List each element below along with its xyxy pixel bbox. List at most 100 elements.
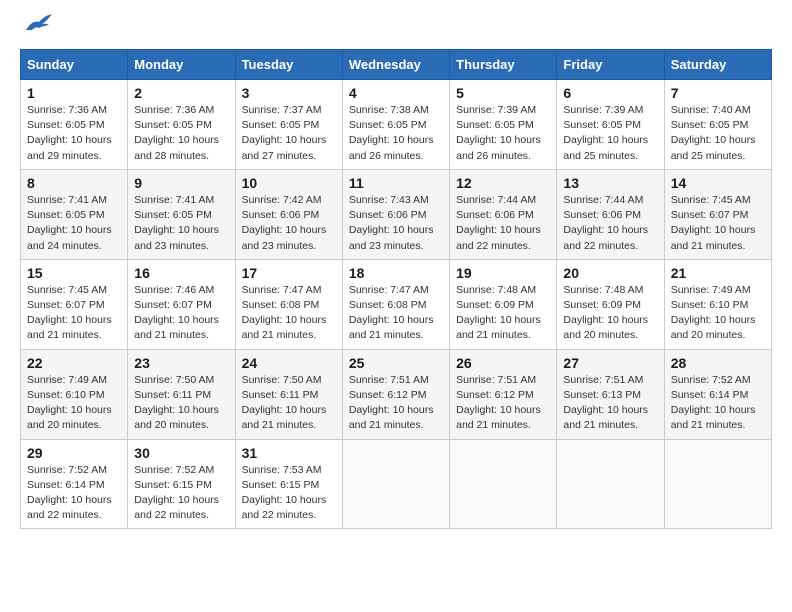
day-number: 9 <box>134 175 228 191</box>
day-number: 19 <box>456 265 550 281</box>
calendar-table: SundayMondayTuesdayWednesdayThursdayFrid… <box>20 49 772 529</box>
day-number: 23 <box>134 355 228 371</box>
calendar-cell: 3 Sunrise: 7:37 AM Sunset: 6:05 PM Dayli… <box>235 80 342 170</box>
day-info: Sunrise: 7:41 AM Sunset: 6:05 PM Dayligh… <box>27 193 121 254</box>
calendar-cell: 19 Sunrise: 7:48 AM Sunset: 6:09 PM Dayl… <box>450 259 557 349</box>
day-number: 11 <box>349 175 443 191</box>
calendar-cell: 29 Sunrise: 7:52 AM Sunset: 6:14 PM Dayl… <box>21 439 128 529</box>
calendar-header-row: SundayMondayTuesdayWednesdayThursdayFrid… <box>21 50 772 80</box>
day-info: Sunrise: 7:36 AM Sunset: 6:05 PM Dayligh… <box>27 103 121 164</box>
calendar-cell <box>557 439 664 529</box>
day-number: 22 <box>27 355 121 371</box>
day-info: Sunrise: 7:50 AM Sunset: 6:11 PM Dayligh… <box>134 373 228 434</box>
day-info: Sunrise: 7:39 AM Sunset: 6:05 PM Dayligh… <box>563 103 657 164</box>
day-info: Sunrise: 7:48 AM Sunset: 6:09 PM Dayligh… <box>456 283 550 344</box>
day-info: Sunrise: 7:47 AM Sunset: 6:08 PM Dayligh… <box>349 283 443 344</box>
page-header <box>20 20 772 39</box>
calendar-cell: 20 Sunrise: 7:48 AM Sunset: 6:09 PM Dayl… <box>557 259 664 349</box>
calendar-cell: 4 Sunrise: 7:38 AM Sunset: 6:05 PM Dayli… <box>342 80 449 170</box>
day-number: 2 <box>134 85 228 101</box>
day-info: Sunrise: 7:45 AM Sunset: 6:07 PM Dayligh… <box>27 283 121 344</box>
day-number: 5 <box>456 85 550 101</box>
calendar-cell: 31 Sunrise: 7:53 AM Sunset: 6:15 PM Dayl… <box>235 439 342 529</box>
day-number: 29 <box>27 445 121 461</box>
calendar-cell: 13 Sunrise: 7:44 AM Sunset: 6:06 PM Dayl… <box>557 169 664 259</box>
day-info: Sunrise: 7:42 AM Sunset: 6:06 PM Dayligh… <box>242 193 336 254</box>
day-number: 21 <box>671 265 765 281</box>
day-number: 18 <box>349 265 443 281</box>
calendar-cell: 15 Sunrise: 7:45 AM Sunset: 6:07 PM Dayl… <box>21 259 128 349</box>
calendar-cell <box>450 439 557 529</box>
calendar-cell: 22 Sunrise: 7:49 AM Sunset: 6:10 PM Dayl… <box>21 349 128 439</box>
day-number: 31 <box>242 445 336 461</box>
day-info: Sunrise: 7:40 AM Sunset: 6:05 PM Dayligh… <box>671 103 765 164</box>
day-number: 28 <box>671 355 765 371</box>
calendar-cell: 9 Sunrise: 7:41 AM Sunset: 6:05 PM Dayli… <box>128 169 235 259</box>
day-number: 24 <box>242 355 336 371</box>
day-header-thursday: Thursday <box>450 50 557 80</box>
day-info: Sunrise: 7:44 AM Sunset: 6:06 PM Dayligh… <box>456 193 550 254</box>
day-number: 20 <box>563 265 657 281</box>
day-number: 10 <box>242 175 336 191</box>
day-number: 15 <box>27 265 121 281</box>
day-number: 7 <box>671 85 765 101</box>
day-info: Sunrise: 7:46 AM Sunset: 6:07 PM Dayligh… <box>134 283 228 344</box>
calendar-cell: 30 Sunrise: 7:52 AM Sunset: 6:15 PM Dayl… <box>128 439 235 529</box>
calendar-cell: 11 Sunrise: 7:43 AM Sunset: 6:06 PM Dayl… <box>342 169 449 259</box>
day-info: Sunrise: 7:38 AM Sunset: 6:05 PM Dayligh… <box>349 103 443 164</box>
calendar-cell: 21 Sunrise: 7:49 AM Sunset: 6:10 PM Dayl… <box>664 259 771 349</box>
calendar-cell: 26 Sunrise: 7:51 AM Sunset: 6:12 PM Dayl… <box>450 349 557 439</box>
calendar-cell: 8 Sunrise: 7:41 AM Sunset: 6:05 PM Dayli… <box>21 169 128 259</box>
calendar-cell <box>664 439 771 529</box>
day-header-sunday: Sunday <box>21 50 128 80</box>
day-info: Sunrise: 7:52 AM Sunset: 6:15 PM Dayligh… <box>134 463 228 524</box>
day-header-monday: Monday <box>128 50 235 80</box>
calendar-cell: 27 Sunrise: 7:51 AM Sunset: 6:13 PM Dayl… <box>557 349 664 439</box>
day-number: 12 <box>456 175 550 191</box>
day-info: Sunrise: 7:53 AM Sunset: 6:15 PM Dayligh… <box>242 463 336 524</box>
calendar-week-row: 15 Sunrise: 7:45 AM Sunset: 6:07 PM Dayl… <box>21 259 772 349</box>
day-info: Sunrise: 7:52 AM Sunset: 6:14 PM Dayligh… <box>27 463 121 524</box>
calendar-week-row: 22 Sunrise: 7:49 AM Sunset: 6:10 PM Dayl… <box>21 349 772 439</box>
day-number: 3 <box>242 85 336 101</box>
day-number: 17 <box>242 265 336 281</box>
day-number: 14 <box>671 175 765 191</box>
calendar-cell: 23 Sunrise: 7:50 AM Sunset: 6:11 PM Dayl… <box>128 349 235 439</box>
day-info: Sunrise: 7:36 AM Sunset: 6:05 PM Dayligh… <box>134 103 228 164</box>
day-info: Sunrise: 7:44 AM Sunset: 6:06 PM Dayligh… <box>563 193 657 254</box>
calendar-week-row: 1 Sunrise: 7:36 AM Sunset: 6:05 PM Dayli… <box>21 80 772 170</box>
day-header-friday: Friday <box>557 50 664 80</box>
day-number: 4 <box>349 85 443 101</box>
day-info: Sunrise: 7:51 AM Sunset: 6:13 PM Dayligh… <box>563 373 657 434</box>
calendar-week-row: 8 Sunrise: 7:41 AM Sunset: 6:05 PM Dayli… <box>21 169 772 259</box>
day-info: Sunrise: 7:49 AM Sunset: 6:10 PM Dayligh… <box>671 283 765 344</box>
calendar-cell: 7 Sunrise: 7:40 AM Sunset: 6:05 PM Dayli… <box>664 80 771 170</box>
calendar-cell: 5 Sunrise: 7:39 AM Sunset: 6:05 PM Dayli… <box>450 80 557 170</box>
calendar-cell <box>342 439 449 529</box>
day-info: Sunrise: 7:48 AM Sunset: 6:09 PM Dayligh… <box>563 283 657 344</box>
day-number: 6 <box>563 85 657 101</box>
day-number: 16 <box>134 265 228 281</box>
calendar-cell: 28 Sunrise: 7:52 AM Sunset: 6:14 PM Dayl… <box>664 349 771 439</box>
day-header-saturday: Saturday <box>664 50 771 80</box>
day-info: Sunrise: 7:37 AM Sunset: 6:05 PM Dayligh… <box>242 103 336 164</box>
day-info: Sunrise: 7:41 AM Sunset: 6:05 PM Dayligh… <box>134 193 228 254</box>
day-info: Sunrise: 7:47 AM Sunset: 6:08 PM Dayligh… <box>242 283 336 344</box>
logo <box>20 20 54 39</box>
calendar-cell: 24 Sunrise: 7:50 AM Sunset: 6:11 PM Dayl… <box>235 349 342 439</box>
calendar-cell: 25 Sunrise: 7:51 AM Sunset: 6:12 PM Dayl… <box>342 349 449 439</box>
day-header-tuesday: Tuesday <box>235 50 342 80</box>
logo-bird-icon <box>24 12 54 34</box>
calendar-cell: 18 Sunrise: 7:47 AM Sunset: 6:08 PM Dayl… <box>342 259 449 349</box>
day-header-wednesday: Wednesday <box>342 50 449 80</box>
day-number: 13 <box>563 175 657 191</box>
calendar-cell: 17 Sunrise: 7:47 AM Sunset: 6:08 PM Dayl… <box>235 259 342 349</box>
day-info: Sunrise: 7:51 AM Sunset: 6:12 PM Dayligh… <box>456 373 550 434</box>
day-info: Sunrise: 7:49 AM Sunset: 6:10 PM Dayligh… <box>27 373 121 434</box>
calendar-cell: 2 Sunrise: 7:36 AM Sunset: 6:05 PM Dayli… <box>128 80 235 170</box>
calendar-cell: 10 Sunrise: 7:42 AM Sunset: 6:06 PM Dayl… <box>235 169 342 259</box>
day-info: Sunrise: 7:45 AM Sunset: 6:07 PM Dayligh… <box>671 193 765 254</box>
calendar-week-row: 29 Sunrise: 7:52 AM Sunset: 6:14 PM Dayl… <box>21 439 772 529</box>
day-number: 1 <box>27 85 121 101</box>
day-info: Sunrise: 7:51 AM Sunset: 6:12 PM Dayligh… <box>349 373 443 434</box>
